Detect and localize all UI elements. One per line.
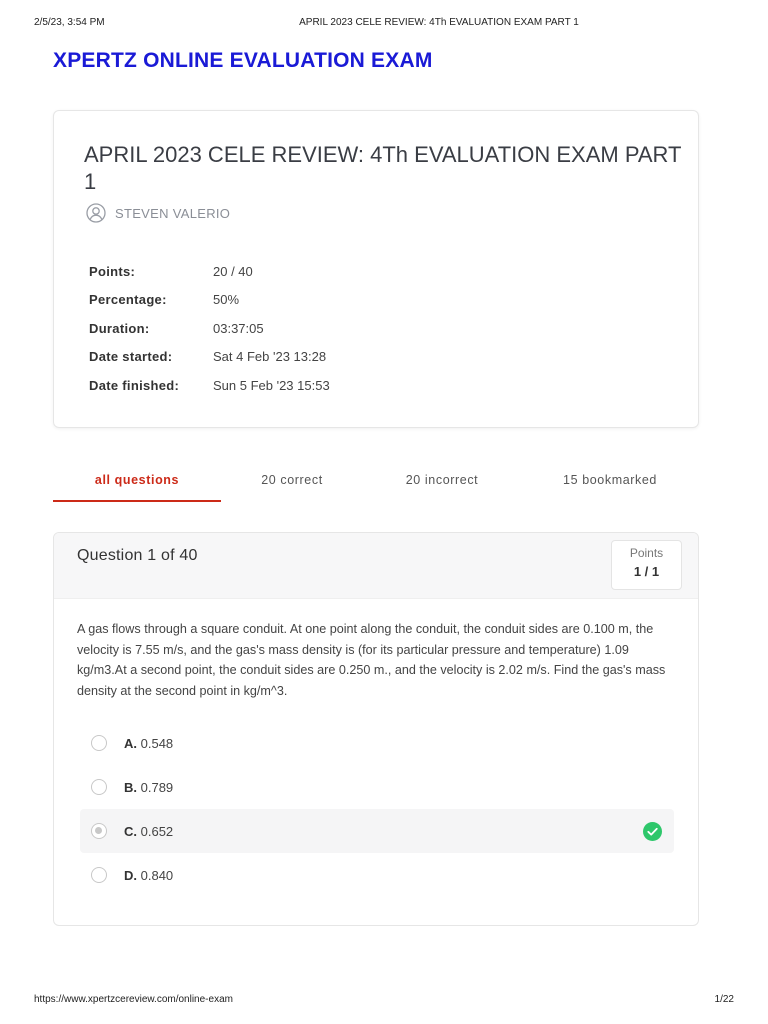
option-a[interactable]: A. 0.548 bbox=[80, 721, 674, 765]
stat-date-finished: Date finished: Sun 5 Feb '23 15:53 bbox=[89, 371, 330, 400]
stat-label: Date finished: bbox=[89, 377, 180, 393]
option-c[interactable]: C. 0.652 bbox=[80, 809, 674, 853]
stat-value: 03:37:05 bbox=[213, 320, 264, 336]
question-card: Question 1 of 40 Points 1 / 1 A gas flow… bbox=[53, 532, 699, 926]
stat-value: 50% bbox=[213, 292, 240, 308]
print-title: APRIL 2023 CELE REVIEW: 4Th EVALUATION E… bbox=[299, 17, 579, 28]
print-url: https://www.xpertzcereview.com/online-ex… bbox=[34, 994, 233, 1005]
option-letter: D. bbox=[124, 867, 137, 883]
brand-title: XPERTZ ONLINE EVALUATION EXAM bbox=[53, 49, 433, 72]
option-d[interactable]: D. 0.840 bbox=[80, 853, 674, 897]
question-text: A gas flows through a square conduit. At… bbox=[77, 622, 666, 698]
option-b[interactable]: B. 0.789 bbox=[80, 765, 674, 809]
radio-button-selected[interactable] bbox=[91, 823, 107, 839]
stat-points: Points: 20 / 40 bbox=[89, 257, 330, 286]
tab-all-questions[interactable]: all questions bbox=[53, 460, 221, 502]
radio-button[interactable] bbox=[91, 735, 107, 751]
exam-title: APRIL 2023 CELE REVIEW: 4Th EVALUATION E… bbox=[84, 142, 682, 194]
user-circle-icon bbox=[86, 203, 106, 223]
answer-options: A. 0.548 B. 0.789 C. 0.652 D. 0.840 bbox=[80, 721, 674, 897]
option-value: 0.789 bbox=[140, 779, 174, 795]
print-page-number: 1/22 bbox=[714, 994, 734, 1005]
user-name: STEVEN VALERIO bbox=[115, 205, 231, 221]
summary-card: APRIL 2023 CELE REVIEW: 4Th EVALUATION E… bbox=[53, 110, 699, 428]
option-label: B. 0.789 bbox=[124, 780, 173, 795]
radio-button[interactable] bbox=[91, 867, 107, 883]
question-filter-tabs: all questions 20 correct 20 incorrect 15… bbox=[53, 460, 699, 502]
check-circle-icon bbox=[643, 821, 662, 841]
radio-button[interactable] bbox=[91, 779, 107, 795]
option-label: A. 0.548 bbox=[124, 736, 173, 751]
stat-value: 20 / 40 bbox=[213, 263, 253, 279]
stat-duration: Duration: 03:37:05 bbox=[89, 314, 330, 343]
question-header: Question 1 of 40 Points 1 / 1 bbox=[54, 533, 698, 599]
option-label: C. 0.652 bbox=[124, 824, 173, 839]
tab-correct[interactable]: 20 correct bbox=[221, 460, 363, 500]
stat-value: Sat 4 Feb '23 13:28 bbox=[213, 349, 327, 365]
option-value: 0.548 bbox=[140, 735, 174, 751]
points-label: Points bbox=[629, 546, 664, 560]
tab-incorrect[interactable]: 20 incorrect bbox=[363, 460, 521, 500]
question-number: Question 1 of 40 bbox=[77, 547, 198, 564]
stat-label: Duration: bbox=[89, 320, 150, 336]
stat-label: Percentage: bbox=[89, 292, 167, 308]
points-box: Points 1 / 1 bbox=[611, 540, 682, 590]
option-letter: B. bbox=[124, 779, 137, 795]
stat-date-started: Date started: Sat 4 Feb '23 13:28 bbox=[89, 343, 330, 372]
option-value: 0.652 bbox=[140, 823, 174, 839]
stat-label: Points: bbox=[89, 263, 136, 279]
stat-percentage: Percentage: 50% bbox=[89, 286, 330, 315]
stat-value: Sun 5 Feb '23 15:53 bbox=[213, 377, 330, 393]
option-label: D. 0.840 bbox=[124, 868, 173, 883]
option-value: 0.840 bbox=[140, 867, 174, 883]
user-row: STEVEN VALERIO bbox=[86, 203, 230, 223]
option-letter: C. bbox=[124, 823, 137, 839]
tab-bookmarked[interactable]: 15 bookmarked bbox=[521, 460, 699, 500]
stat-label: Date started: bbox=[89, 349, 173, 365]
option-letter: A. bbox=[124, 735, 137, 751]
points-value: 1 / 1 bbox=[633, 564, 660, 579]
stats-list: Points: 20 / 40 Percentage: 50% Duration… bbox=[89, 257, 330, 400]
